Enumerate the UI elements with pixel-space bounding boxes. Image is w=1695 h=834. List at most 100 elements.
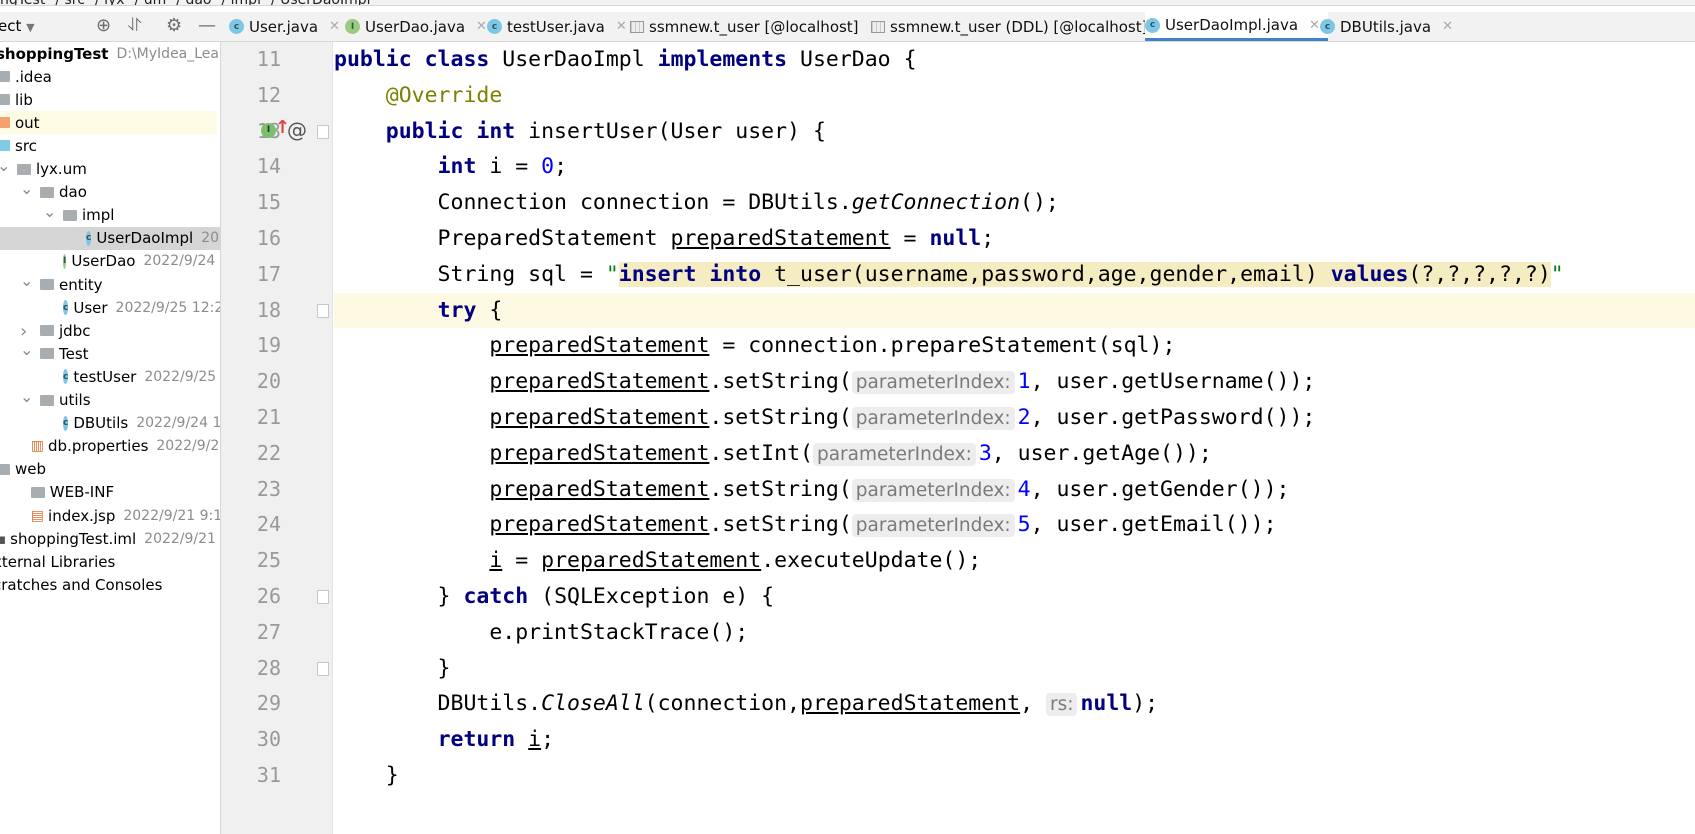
code-editor[interactable]: public class UserDaoImpl implements User…: [334, 42, 1695, 834]
table-icon: [871, 20, 885, 33]
tree-item-userdao[interactable]: I UserDao 2022/9/24 1: [0, 250, 221, 273]
tree-item-xternal-libraries[interactable]: xternal Libraries: [0, 550, 214, 573]
chevron-down-icon[interactable]: ⌄: [20, 387, 33, 406]
tree-item-index-jsp[interactable]: ▤index.jsp 2022/9/21 9:11, 300: [0, 504, 220, 527]
locate-icon[interactable]: ⊕: [96, 15, 111, 36]
tree-item-meta: 2022/9/21 9:11, 300: [123, 507, 220, 524]
package-icon: [40, 348, 54, 360]
gear-icon[interactable]: ⚙: [166, 15, 182, 36]
close-icon[interactable]: ✕: [329, 19, 340, 34]
tree-item-out[interactable]: out: [0, 111, 217, 135]
table-icon: [630, 20, 644, 33]
tab-user-java[interactable]: c User.java ✕: [229, 12, 348, 41]
chevron-down-icon[interactable]: ⌄: [20, 179, 33, 198]
code-token: ;: [554, 154, 568, 180]
tree-item-meta: 2022/9/24 1: [143, 253, 221, 270]
tree-item-cratches-and-consoles[interactable]: cratches and Consoles: [0, 573, 214, 596]
code-token: =: [890, 226, 930, 251]
code-token: t_user(username,password,age,gender,emai…: [761, 261, 1331, 287]
implements-icon[interactable]: I: [261, 122, 276, 138]
tree-item-db-properties[interactable]: ▥db.properties 2022/9/25 12:: [0, 435, 220, 458]
minimize-icon[interactable]: —: [198, 15, 216, 36]
tab-userdaoimpl-java[interactable]: c UserDaoImpl.java ✕: [1145, 12, 1328, 41]
code-token: null: [929, 226, 982, 251]
collapse-all-icon[interactable]: ⥯: [128, 15, 141, 36]
breadcrumb-item[interactable]: ngTest: [0, 0, 45, 5]
tree-item-userdaoimpl[interactable]: cUserDaoImpl 2022/9/24 1: [0, 226, 220, 250]
chevron-down-icon[interactable]: ⌄: [20, 271, 33, 290]
tree-item-shoppingtest-iml[interactable]: ▪shoppingTest.iml 2022/9/21 12:: [0, 527, 220, 550]
tab-ssmnew-t-user-localhost-[interactable]: ssmnew.t_user [@localhost]✕: [630, 12, 888, 41]
fold-marker-icon[interactable]: [317, 124, 329, 139]
line-number: 17: [256, 261, 281, 286]
breadcrumb-item[interactable]: / impl: [221, 0, 260, 5]
tab-userdao-java[interactable]: I UserDao.java ✕: [345, 12, 495, 41]
code-line: i = preparedStatement.executeUpdate();: [334, 543, 1695, 579]
folder-icon: [0, 94, 10, 106]
breadcrumb-item[interactable]: / dao: [176, 0, 211, 5]
fold-marker-icon[interactable]: [317, 303, 329, 318]
annotation-icon[interactable]: @: [287, 118, 307, 142]
tree-item-label: Test: [59, 344, 89, 363]
tab-label: UserDao.java: [365, 17, 466, 36]
close-icon[interactable]: ✕: [476, 19, 487, 34]
tree-item-label: xternal Libraries: [0, 552, 116, 571]
breadcrumb-item[interactable]: / um: [135, 0, 167, 5]
tree-item-impl[interactable]: ⌄ impl: [0, 202, 220, 227]
class-icon: c: [63, 300, 69, 316]
code-token: = connection.prepareStatement(sql);: [709, 333, 1176, 359]
tree-item-web[interactable]: web: [0, 458, 217, 481]
tree-item-label: entity: [59, 275, 103, 294]
code-token: UserDaoImpl: [502, 47, 658, 72]
project-view-selector[interactable]: ect ▼: [0, 17, 35, 35]
line-number: 25: [256, 548, 281, 573]
code-token: int: [437, 154, 490, 180]
class-icon: c: [1320, 19, 1335, 34]
tree-item-shoppingtest[interactable]: shoppingTest D:\MyIdea_Learning: [0, 42, 220, 65]
close-icon[interactable]: ✕: [616, 19, 627, 34]
code-token: 4: [1017, 476, 1031, 502]
chevron-right-icon[interactable]: ›: [20, 321, 27, 342]
tree-item-test[interactable]: ⌄ Test: [0, 340, 220, 365]
folder-icon: [0, 71, 10, 83]
tab-dbutils-java[interactable]: c DBUtils.java ✕: [1320, 12, 1461, 41]
code-line: } catch (SQLException e) {: [334, 579, 1695, 615]
close-icon[interactable]: ✕: [1442, 19, 1453, 34]
chevron-down-icon[interactable]: ⌄: [0, 156, 10, 175]
code-token: }: [334, 763, 399, 788]
chevron-down-icon[interactable]: ⌄: [43, 202, 56, 221]
code-token: }: [334, 655, 451, 681]
tab-testuser-java[interactable]: c testUser.java ✕: [487, 12, 635, 41]
tree-item-utils[interactable]: ⌄ utils: [0, 387, 220, 412]
tree-item-entity[interactable]: ⌄ entity: [0, 271, 220, 296]
breadcrumb-item[interactable]: / UserDaoImpl: [271, 0, 371, 5]
tree-item-src[interactable]: src: [0, 134, 217, 157]
code-token: Connection connection = DBUtils.: [334, 190, 852, 216]
tree-item-jdbc[interactable]: › jdbc: [0, 319, 220, 342]
tree-item-web-inf[interactable]: WEB-INF: [0, 481, 220, 504]
tree-item-testuser[interactable]: c testUser 2022/9/25 1: [0, 365, 220, 388]
close-icon[interactable]: ✕: [1309, 18, 1320, 33]
fold-marker-icon[interactable]: [317, 661, 329, 676]
line-number: 30: [256, 727, 281, 752]
code-token: e.printStackTrace();: [334, 619, 749, 645]
tree-item-dbutils[interactable]: cDBUtils 2022/9/24 13:: [0, 412, 220, 435]
tree-item-dao[interactable]: ⌄ dao: [0, 179, 220, 204]
tree-item-lib[interactable]: lib: [0, 88, 217, 111]
code-token: .setString(: [709, 405, 852, 430]
properties-file-icon: ▥: [30, 438, 45, 455]
fold-marker-icon[interactable]: [317, 590, 329, 604]
tree-item--idea[interactable]: .idea: [0, 65, 217, 88]
chevron-down-icon[interactable]: ⌄: [20, 340, 33, 359]
code-token: .executeUpdate();: [761, 548, 982, 574]
tab-ssmnew-t-user-ddl-localhost-[interactable]: ssmnew.t_user (DDL) [@localhost]✕: [871, 12, 1177, 41]
breadcrumb-item[interactable]: / lyx: [95, 0, 125, 5]
code-token: {: [489, 297, 503, 323]
tree-item-lyx-um[interactable]: ⌄ lyx.um: [0, 156, 220, 181]
breadcrumb-item[interactable]: / src: [55, 0, 85, 5]
code-token: ;: [541, 727, 555, 753]
tree-item-user[interactable]: cUser 2022/9/25 12:27,: [0, 296, 220, 319]
tree-item-label: .idea: [15, 67, 52, 86]
breadcrumb: ngTest / src / lyx / um / dao / impl / UserDao…: [0, 0, 1695, 6]
